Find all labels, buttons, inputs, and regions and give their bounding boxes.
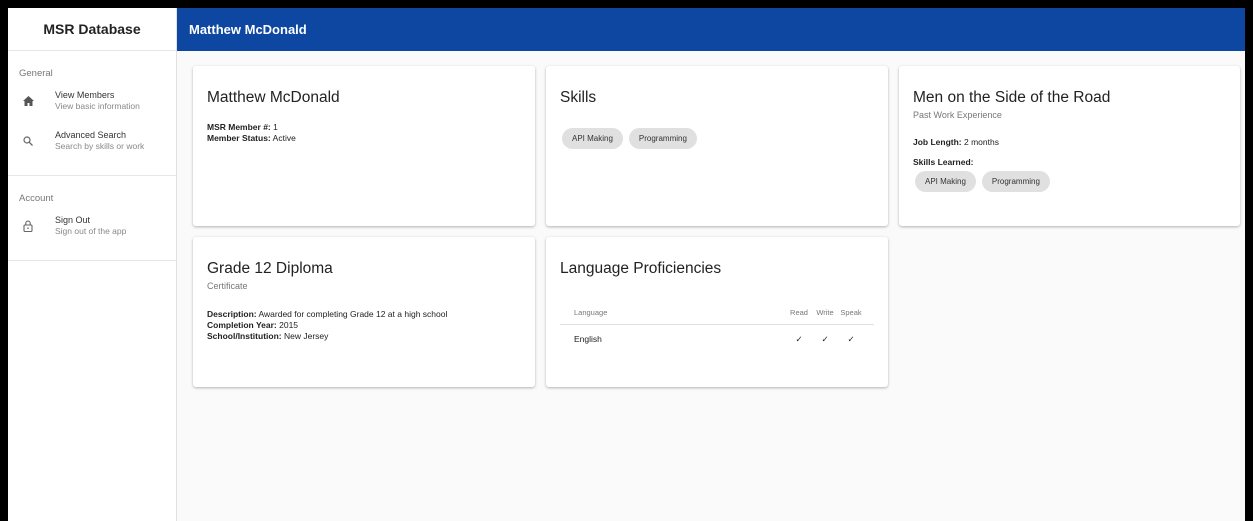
nav-label: View Members <box>55 90 115 100</box>
certificate-subtitle: Certificate <box>207 281 248 291</box>
completion-year: 2015 <box>279 320 299 330</box>
page-title: Matthew McDonald <box>189 22 307 37</box>
read-check-icon: ✓ <box>795 333 803 344</box>
certificate-description: Awarded for completing Grade 12 at a hig… <box>258 309 448 319</box>
search-icon <box>21 134 35 148</box>
certificate-card: Grade 12 Diploma Certificate Description… <box>193 237 535 387</box>
skills-learned-label: Skills Learned: <box>913 157 1226 168</box>
member-number-row: MSR Member #: 1 <box>207 122 521 133</box>
home-icon <box>21 94 35 108</box>
main-area: Matthew McDonald Matthew McDonald MSR Me… <box>177 8 1245 521</box>
top-app-bar: Matthew McDonald <box>177 8 1245 51</box>
skill-chip[interactable]: API Making <box>562 128 623 149</box>
content-area: Matthew McDonald MSR Member #: 1 Member … <box>177 51 1245 521</box>
member-status: Active <box>272 133 296 143</box>
skill-chip[interactable]: Programming <box>628 128 697 149</box>
sidebar-section-account: Account Sign Out Sign out of the app <box>8 176 176 261</box>
section-header: Account <box>19 193 54 204</box>
language-card: Language Proficiencies Language Read Wri… <box>546 237 888 387</box>
member-status-row: Member Status: Active <box>207 133 521 144</box>
job-length-row: Job Length: 2 months <box>913 137 1226 148</box>
field-label: Skills Learned: <box>913 157 974 167</box>
nav-label: Sign Out <box>55 215 91 225</box>
completion-year-row: Completion Year: 2015 <box>207 320 521 331</box>
app-window: MSR Database General View Members View b… <box>8 8 1245 521</box>
language-title: Language Proficiencies <box>560 260 722 277</box>
field-label: School/Institution: <box>207 331 282 341</box>
skills-card: Skills API Making Programming <box>546 66 888 226</box>
skills-chip-list: API Making Programming <box>562 128 874 149</box>
member-number: 1 <box>273 122 278 132</box>
column-header-write: Write <box>812 302 838 325</box>
app-title: MSR Database <box>8 8 176 51</box>
skills-learned-chip-list: API Making Programming <box>915 171 1226 192</box>
write-check-icon: ✓ <box>821 333 829 344</box>
certificate-title: Grade 12 Diploma <box>207 260 333 277</box>
work-experience-card: Men on the Side of the Road Past Work Ex… <box>899 66 1240 226</box>
job-length: 2 months <box>964 137 999 147</box>
sidebar-item-advanced-search[interactable]: Advanced Search Search by skills or work <box>8 125 176 165</box>
school-row: School/Institution: New Jersey <box>207 331 521 342</box>
lock-icon <box>21 219 35 233</box>
language-name: English <box>574 334 602 345</box>
field-label: Member Status: <box>207 133 271 143</box>
skill-chip[interactable]: Programming <box>981 171 1050 192</box>
school-name: New Jersey <box>283 331 329 341</box>
table-row: English ✓ ✓ ✓ <box>560 324 874 354</box>
nav-sublabel: Sign out of the app <box>55 226 127 236</box>
nav-label: Advanced Search <box>55 130 127 140</box>
column-header-read: Read <box>786 302 812 325</box>
section-header: General <box>19 68 53 79</box>
sidebar-section-general: General View Members View basic informat… <box>8 51 176 176</box>
sidebar-item-view-members[interactable]: View Members View basic information <box>8 85 176 125</box>
field-label: MSR Member #: <box>207 122 271 132</box>
nav-sublabel: View basic information <box>55 101 140 111</box>
member-card: Matthew McDonald MSR Member #: 1 Member … <box>193 66 535 226</box>
field-label: Completion Year: <box>207 320 277 330</box>
sidebar-item-sign-out[interactable]: Sign Out Sign out of the app <box>8 210 176 250</box>
skill-chip[interactable]: API Making <box>915 171 976 192</box>
nav-sublabel: Search by skills or work <box>55 141 145 151</box>
field-label: Description: <box>207 309 257 319</box>
field-label: Job Length: <box>913 137 962 147</box>
skills-title: Skills <box>560 89 597 106</box>
description-row: Description: Awarded for completing Grad… <box>207 309 521 320</box>
table-header-row: Language Read Write Speak <box>560 302 874 325</box>
column-header-speak: Speak <box>838 302 874 325</box>
member-name: Matthew McDonald <box>207 89 340 106</box>
work-title: Men on the Side of the Road <box>913 89 1111 106</box>
language-table: Language Read Write Speak English ✓ ✓ ✓ <box>560 302 874 354</box>
column-header-language: Language <box>560 302 786 325</box>
sidebar: MSR Database General View Members View b… <box>8 8 177 521</box>
work-subtitle: Past Work Experience <box>913 110 1002 120</box>
speak-check-icon: ✓ <box>847 333 855 344</box>
